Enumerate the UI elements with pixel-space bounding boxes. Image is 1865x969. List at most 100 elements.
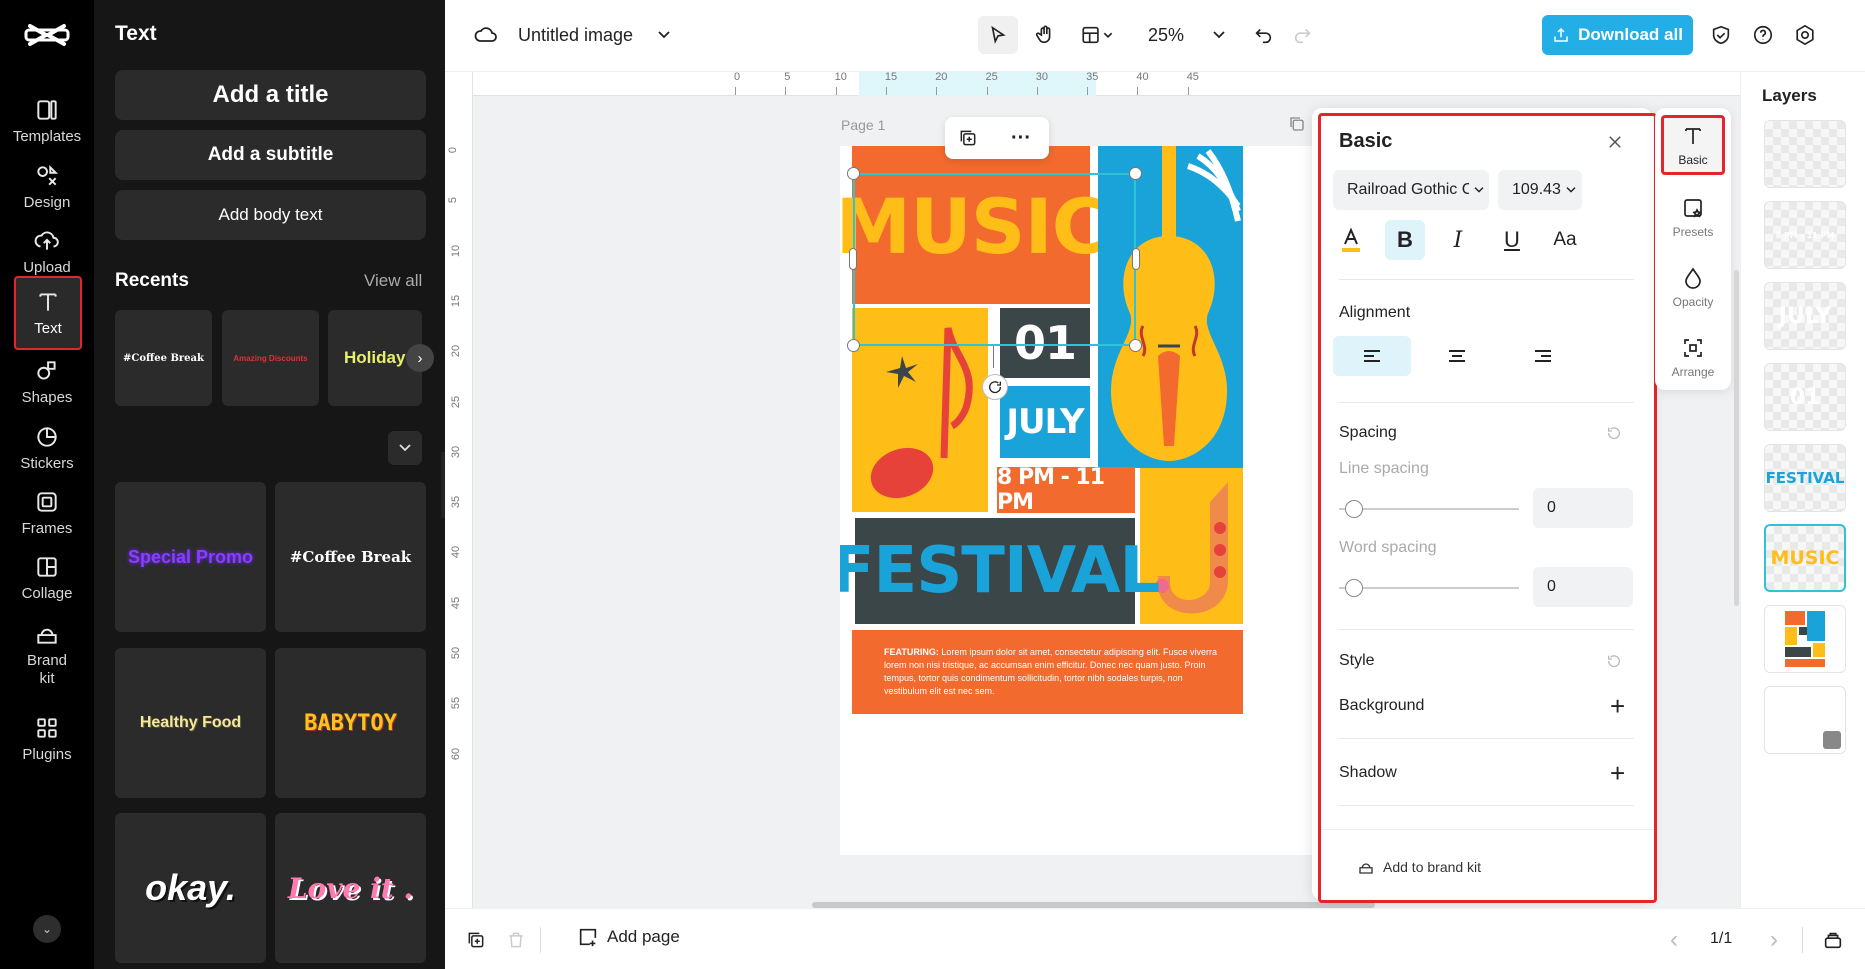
featuring-block[interactable]: FEATURING: Lorem ipsum dolor sit amet, c… xyxy=(852,630,1243,714)
collapse-button[interactable] xyxy=(388,431,422,465)
text-case-button[interactable]: Aa xyxy=(1545,220,1585,260)
resize-handle[interactable] xyxy=(1129,339,1142,352)
delete-page-icon[interactable] xyxy=(505,929,527,951)
italic-button[interactable]: I xyxy=(1438,220,1478,260)
duplicate-icon[interactable] xyxy=(955,125,981,151)
slider-knob[interactable] xyxy=(1345,500,1363,518)
slider-knob[interactable] xyxy=(1345,579,1363,597)
tab-arrange[interactable]: Arrange xyxy=(1661,326,1725,388)
add-shadow-icon[interactable]: + xyxy=(1610,758,1625,789)
ruler-tick-label: 20 xyxy=(450,345,463,358)
text-style-tile[interactable]: Special Promo xyxy=(115,482,266,632)
rail-frames[interactable]: Frames xyxy=(0,478,94,548)
layer-thumb-music[interactable]: MUSIC xyxy=(1764,524,1846,592)
redo-icon[interactable] xyxy=(1290,22,1316,48)
rail-brand-kit[interactable]: Brand kit xyxy=(0,612,94,696)
add-subtitle-button[interactable]: Add a subtitle xyxy=(115,130,426,180)
poster-month-text[interactable]: JULY xyxy=(1000,386,1090,458)
prev-page-icon[interactable]: ‹ xyxy=(1663,926,1685,953)
add-background-icon[interactable]: + xyxy=(1610,691,1625,722)
text-style-tile[interactable]: BABYTOY xyxy=(275,648,426,798)
resize-handle[interactable] xyxy=(849,248,857,270)
rail-label: Frames xyxy=(21,519,73,537)
zoom-level[interactable]: 25% xyxy=(1148,25,1184,46)
resize-handle[interactable] xyxy=(1129,167,1142,180)
line-spacing-input[interactable]: 0 xyxy=(1533,488,1633,528)
shadow-label[interactable]: Shadow xyxy=(1339,764,1397,782)
add-title-button[interactable]: Add a title xyxy=(115,70,426,120)
rail-text[interactable]: Text xyxy=(14,276,82,350)
align-center-button[interactable] xyxy=(1411,336,1503,376)
underline-button[interactable]: U xyxy=(1492,220,1532,260)
add-page-button[interactable]: Add page xyxy=(577,926,680,948)
select-tool-button[interactable] xyxy=(978,16,1018,54)
hand-tool-button[interactable] xyxy=(1025,16,1065,54)
props-scrollbar[interactable] xyxy=(1734,270,1739,606)
duplicate-page-icon[interactable] xyxy=(465,929,487,951)
rail-stickers[interactable]: Stickers xyxy=(0,413,94,483)
view-all-link[interactable]: View all xyxy=(364,271,422,291)
resize-handle[interactable] xyxy=(1132,248,1140,270)
add-to-brand-kit-button[interactable]: Add to brand kit xyxy=(1357,858,1481,876)
close-icon[interactable] xyxy=(1603,130,1627,154)
align-right-button[interactable] xyxy=(1497,336,1589,376)
layer-thumb-blank[interactable] xyxy=(1764,120,1846,188)
rail-design[interactable]: Design xyxy=(0,152,94,222)
poster-time-text[interactable]: 8 PM - 11 PM xyxy=(997,465,1135,515)
rail-collage[interactable]: Collage xyxy=(0,543,94,613)
help-icon[interactable] xyxy=(1750,22,1776,48)
recent-template[interactable]: Amazing Discounts xyxy=(222,310,319,406)
text-style-tile[interactable]: Healthy Food xyxy=(115,648,266,798)
layer-thumb-time[interactable]: 8 PM - 11 PM xyxy=(1764,201,1846,269)
rotate-stem xyxy=(993,346,994,368)
bold-button[interactable]: B xyxy=(1385,220,1425,260)
cloud-icon[interactable] xyxy=(473,22,499,48)
layer-thumb-day[interactable]: 01 xyxy=(1764,363,1846,431)
reset-style-icon[interactable] xyxy=(1603,650,1625,672)
rotate-handle[interactable] xyxy=(982,374,1008,400)
resize-handle[interactable] xyxy=(847,167,860,180)
more-options-icon[interactable]: ··· xyxy=(1003,125,1039,151)
next-page-icon[interactable]: › xyxy=(1763,926,1785,953)
capcut-logo-icon[interactable] xyxy=(24,20,70,50)
text-style-tile[interactable]: Love it . xyxy=(275,813,426,963)
rail-shapes[interactable]: Shapes xyxy=(0,347,94,417)
layer-thumb-month[interactable]: JULY xyxy=(1764,282,1846,350)
font-size-select[interactable]: 109.43 xyxy=(1498,170,1582,210)
rail-plugins[interactable]: Plugins xyxy=(0,704,94,774)
download-all-button[interactable]: Download all xyxy=(1542,15,1693,55)
text-color-button[interactable] xyxy=(1331,220,1371,260)
rail-templates[interactable]: Templates xyxy=(0,86,94,156)
add-body-text-button[interactable]: Add body text xyxy=(115,190,426,240)
recent-template[interactable]: #Coffee Break xyxy=(115,310,212,406)
tab-basic[interactable]: Basic xyxy=(1661,115,1725,175)
line-spacing-slider[interactable] xyxy=(1339,500,1519,518)
layout-menu-button[interactable] xyxy=(1071,16,1123,54)
chevron-down-icon[interactable] xyxy=(653,24,675,46)
ruler-tick-label: 0 xyxy=(734,71,741,83)
poster-festival-text[interactable]: FESTIVAL xyxy=(840,518,1160,624)
document-title[interactable]: Untitled image xyxy=(518,25,633,46)
undo-icon[interactable] xyxy=(1250,22,1276,48)
background-label[interactable]: Background xyxy=(1339,697,1424,715)
layer-thumb-background[interactable] xyxy=(1764,686,1846,754)
text-style-tile[interactable]: okay. xyxy=(115,813,266,963)
duplicate-page-icon[interactable] xyxy=(1288,115,1306,133)
chevron-down-icon[interactable] xyxy=(1208,24,1230,46)
word-spacing-input[interactable]: 0 xyxy=(1533,567,1633,607)
tab-presets[interactable]: Presets xyxy=(1661,186,1725,248)
font-family-select[interactable]: Railroad Gothic C xyxy=(1333,170,1489,210)
text-style-tile[interactable]: #Coffee Break xyxy=(275,482,426,632)
rail-expand-button[interactable]: ⌄ xyxy=(33,915,61,943)
settings-icon[interactable] xyxy=(1792,22,1818,48)
tab-opacity[interactable]: Opacity xyxy=(1661,256,1725,318)
shield-icon[interactable] xyxy=(1708,22,1734,48)
layer-thumb-graphics[interactable] xyxy=(1764,605,1846,673)
recents-next-button[interactable]: › xyxy=(406,344,434,372)
word-spacing-slider[interactable] xyxy=(1339,579,1519,597)
pages-overview-icon[interactable] xyxy=(1821,928,1845,952)
align-left-button[interactable] xyxy=(1333,336,1411,376)
layer-thumb-festival[interactable]: FESTIVAL xyxy=(1764,444,1846,512)
reset-spacing-icon[interactable] xyxy=(1603,422,1625,444)
resize-handle[interactable] xyxy=(847,339,860,352)
